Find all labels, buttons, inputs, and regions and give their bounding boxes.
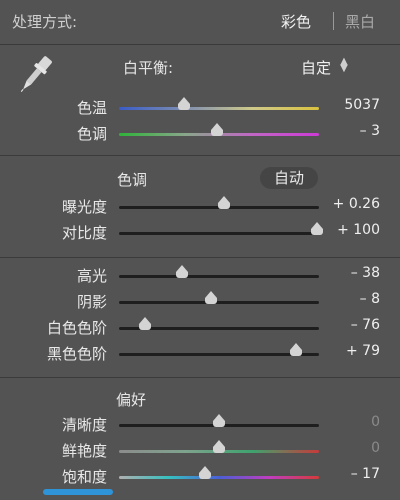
- slider-track[interactable]: [119, 476, 319, 479]
- slider-value[interactable]: + 0.26: [333, 196, 380, 212]
- slider-row: 色调 – 3: [0, 121, 400, 147]
- slider-value[interactable]: + 79: [346, 343, 380, 359]
- treatment-bw-option[interactable]: 黑白: [345, 11, 375, 32]
- slider-track[interactable]: [119, 232, 319, 235]
- slider-label: 曝光度: [61, 198, 107, 216]
- slider-track[interactable]: [119, 301, 319, 304]
- slider-row: 色温 5037: [0, 95, 400, 121]
- slider-value[interactable]: + 100: [337, 222, 380, 238]
- updown-arrows-icon[interactable]: ▲ ▼: [340, 57, 348, 74]
- section-divider: [0, 377, 400, 378]
- slider-value[interactable]: 0: [371, 440, 380, 456]
- slider-label: 阴影: [76, 293, 107, 311]
- white-balance-label: 白平衡:: [123, 59, 174, 77]
- scroll-indicator: [43, 489, 113, 495]
- treatment-header: 处理方式: 彩色 黑白: [0, 0, 400, 45]
- slider-track[interactable]: [119, 275, 319, 278]
- slider-label: 色温: [76, 99, 107, 117]
- presence-section-title: 偏好: [116, 391, 147, 409]
- slider-value[interactable]: – 8: [360, 291, 380, 307]
- slider-row: 饱和度 – 17: [0, 464, 400, 490]
- slider-label: 白色色阶: [46, 319, 107, 337]
- eyedropper-icon[interactable]: [14, 50, 58, 98]
- slider-label: 饱和度: [61, 468, 107, 486]
- slider-track[interactable]: [119, 353, 319, 356]
- option-separator: [333, 12, 334, 30]
- slider-label: 鲜艳度: [61, 442, 107, 460]
- slider-value[interactable]: – 38: [351, 265, 380, 281]
- white-balance-preset-select[interactable]: 自定: [301, 57, 331, 78]
- section-divider: [0, 155, 400, 156]
- slider-label: 清晰度: [61, 416, 107, 434]
- slider-track[interactable]: [119, 107, 319, 110]
- slider-row: 黑色色阶 + 79: [0, 341, 400, 367]
- slider-value[interactable]: – 76: [351, 317, 380, 333]
- slider-value[interactable]: – 17: [351, 466, 380, 482]
- treatment-label: 处理方式:: [12, 13, 78, 31]
- slider-label: 色调: [76, 125, 107, 143]
- slider-row: 鲜艳度 0: [0, 438, 400, 464]
- slider-row: 白色色阶 – 76: [0, 315, 400, 341]
- slider-label: 对比度: [61, 224, 107, 242]
- slider-row: 阴影 – 8: [0, 289, 400, 315]
- slider-label: 黑色色阶: [46, 345, 107, 363]
- tone-section-title: 色调: [117, 171, 148, 189]
- tone-auto-button[interactable]: 自动: [260, 167, 318, 189]
- treatment-color-option[interactable]: 彩色: [281, 11, 311, 32]
- section-divider: [0, 257, 400, 258]
- slider-label: 高光: [76, 267, 107, 285]
- slider-row: 清晰度 0: [0, 412, 400, 438]
- slider-value[interactable]: 0: [371, 414, 380, 430]
- slider-row: 高光 – 38: [0, 263, 400, 289]
- slider-row: 曝光度 + 0.26: [0, 194, 400, 220]
- slider-value[interactable]: 5037: [344, 97, 380, 113]
- slider-value[interactable]: – 3: [360, 123, 380, 139]
- slider-row: 对比度 + 100: [0, 220, 400, 246]
